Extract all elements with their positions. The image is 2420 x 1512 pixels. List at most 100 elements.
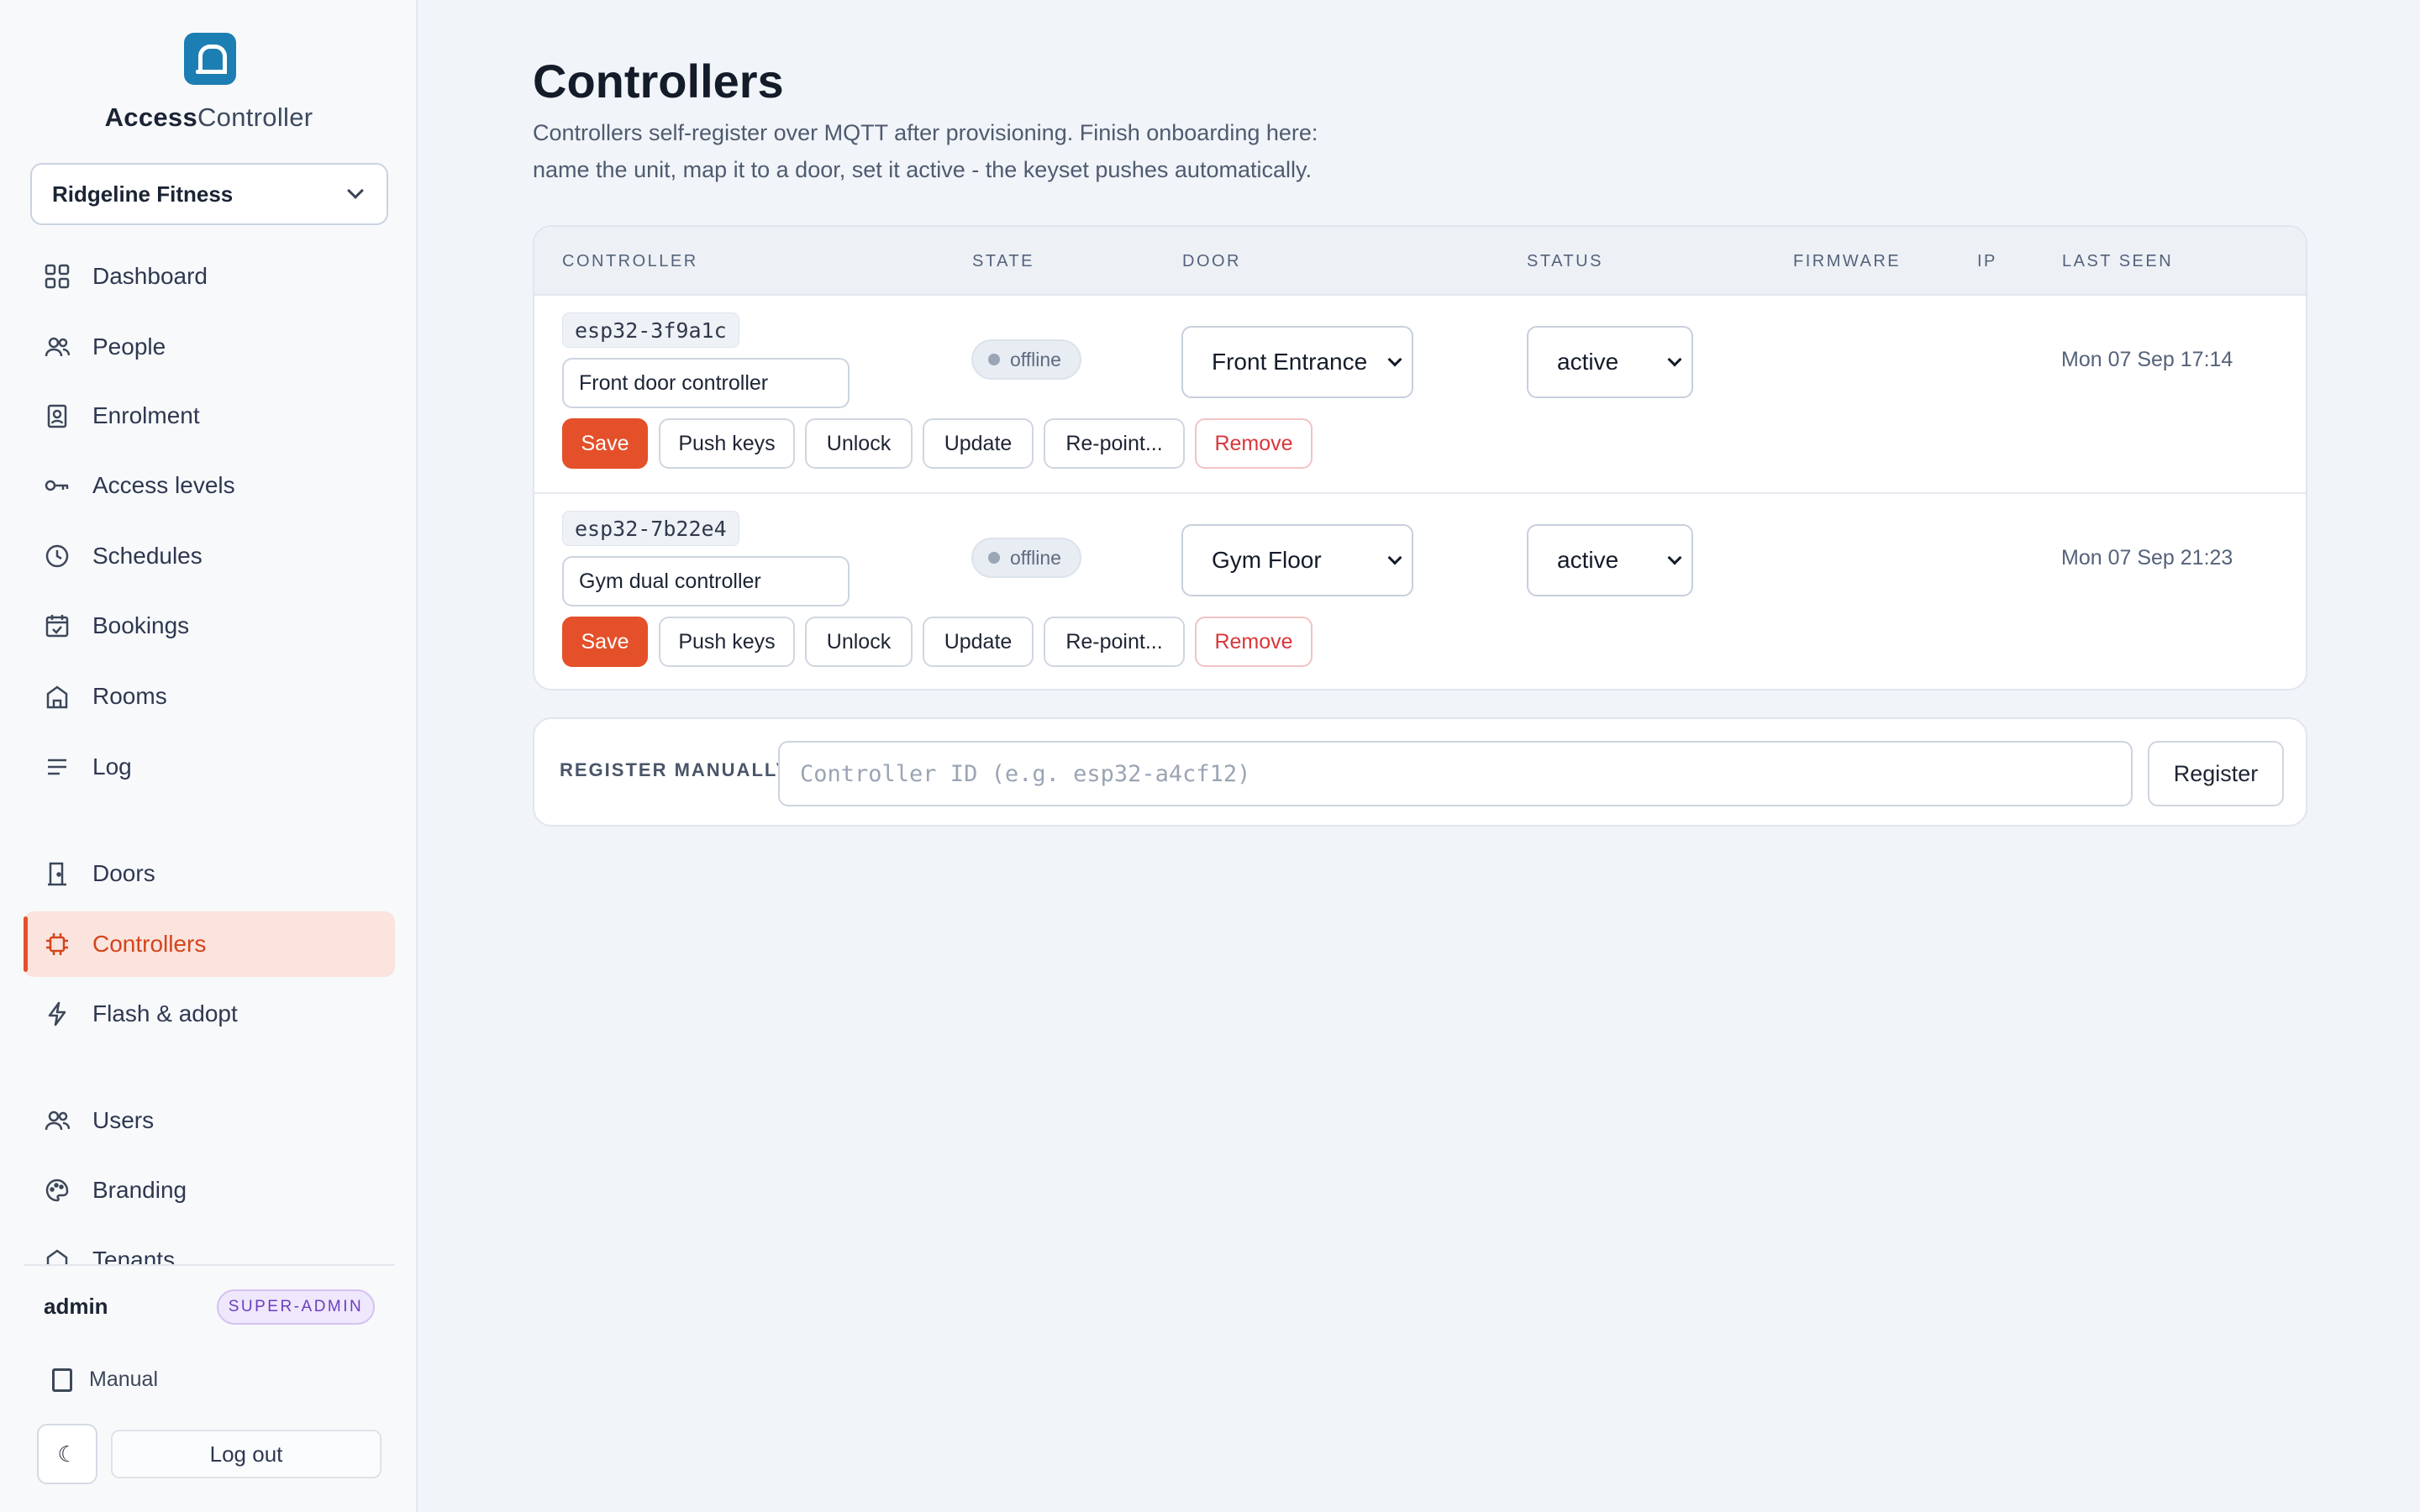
door-select[interactable]: Front Entrance: [1181, 326, 1413, 398]
table-row: esp32-3f9a1c Front door controller offli…: [534, 296, 2306, 494]
column-header-state: STATE: [972, 252, 1034, 270]
current-user-name: admin: [44, 1294, 108, 1319]
controller-id-input[interactable]: Controller ID (e.g. esp32-a4cf12): [778, 741, 2133, 806]
sidebar-item-label: Branding: [92, 1177, 187, 1203]
sidebar-item-flash-adopt[interactable]: Flash & adopt: [24, 981, 395, 1047]
sidebar-item-dashboard[interactable]: Dashboard: [24, 244, 395, 309]
controller-name-input[interactable]: Gym dual controller: [562, 556, 850, 606]
state-badge-label: offline: [1010, 546, 1061, 569]
palette-icon: [44, 1177, 71, 1204]
page-description-line: name the unit, map it to a door, set it …: [533, 157, 1312, 182]
status-dot-icon: [988, 354, 1000, 365]
state-badge: offline: [971, 339, 1081, 380]
manual-link[interactable]: Manual: [52, 1368, 158, 1392]
sidebar-item-label: Doors: [92, 860, 155, 886]
status-select-value: active: [1557, 547, 1619, 573]
door-icon: [44, 860, 71, 887]
sidebar-item-controllers[interactable]: Controllers: [24, 911, 395, 977]
controllers-table: CONTROLLER STATE DOOR STATUS FIRMWARE IP…: [533, 225, 2307, 690]
repoint-button[interactable]: Re-point...: [1044, 617, 1185, 667]
sidebar-item-label: Enrolment: [92, 402, 200, 428]
state-badge: offline: [971, 538, 1081, 578]
push-keys-button[interactable]: Push keys: [659, 418, 795, 469]
page-description-line: Controllers self-register over MQTT afte…: [533, 120, 1318, 145]
remove-button[interactable]: Remove: [1195, 617, 1313, 667]
state-badge-label: offline: [1010, 348, 1061, 370]
sidebar-item-label: People: [92, 333, 166, 360]
chevron-down-icon: [1667, 550, 1682, 565]
sidebar-item-doors[interactable]: Doors: [24, 841, 395, 906]
update-button[interactable]: Update: [923, 418, 1034, 469]
unlock-button[interactable]: Unlock: [805, 617, 913, 667]
role-badge: SUPER-ADMIN: [217, 1289, 375, 1325]
page-description: Controllers self-register over MQTT afte…: [533, 114, 1373, 188]
sidebar-item-schedules[interactable]: Schedules: [24, 523, 395, 589]
sidebar-item-label: Log: [92, 753, 132, 780]
column-header-controller: CONTROLLER: [562, 252, 698, 270]
column-header-status: STATUS: [1527, 252, 1603, 270]
sidebar-item-rooms[interactable]: Rooms: [24, 664, 395, 729]
controller-name-input[interactable]: Front door controller: [562, 358, 850, 408]
status-select[interactable]: active: [1527, 524, 1693, 596]
key-icon: [44, 472, 71, 499]
logout-button[interactable]: Log out: [111, 1430, 381, 1478]
tenant-select[interactable]: Ridgeline Fitness: [30, 163, 388, 225]
sidebar-item-bookings[interactable]: Bookings: [24, 593, 395, 659]
register-label: REGISTER MANUALLY: [560, 759, 790, 780]
brand-name-bold: Access: [104, 102, 197, 132]
door-select-value: Front Entrance: [1212, 349, 1368, 375]
unlock-button[interactable]: Unlock: [805, 418, 913, 469]
chevron-down-icon: [347, 182, 364, 199]
table-row: esp32-7b22e4 Gym dual controller offline…: [534, 494, 2306, 689]
clock-icon: [44, 543, 71, 570]
app-logo-icon: [184, 33, 236, 85]
calendar-check-icon: [44, 612, 71, 639]
sidebar-item-label: Controllers: [92, 931, 207, 957]
chevron-down-icon: [1387, 352, 1402, 367]
grid-icon: [44, 263, 71, 290]
register-button[interactable]: Register: [2148, 741, 2284, 806]
users-icon: [44, 1107, 71, 1134]
sidebar-item-label: Flash & adopt: [92, 1000, 238, 1026]
sidebar-item-users[interactable]: Users: [24, 1088, 395, 1153]
moon-icon: ☾: [57, 1441, 77, 1467]
sidebar-item-branding[interactable]: Branding: [24, 1158, 395, 1223]
list-icon: [44, 753, 71, 780]
save-button[interactable]: Save: [562, 418, 648, 469]
chip-icon: [44, 931, 71, 958]
status-dot-icon: [988, 552, 1000, 564]
tenant-select-value: Ridgeline Fitness: [52, 181, 234, 207]
sidebar-item-label: Dashboard: [92, 263, 208, 289]
update-button[interactable]: Update: [923, 617, 1034, 667]
sidebar-item-access-levels[interactable]: Access levels: [24, 453, 395, 518]
column-header-firmware: FIRMWARE: [1793, 252, 1902, 270]
column-header-door: DOOR: [1182, 252, 1241, 270]
sidebar-item-log[interactable]: Log: [24, 734, 395, 800]
column-header-last-seen: LAST SEEN: [2062, 252, 2174, 270]
save-button[interactable]: Save: [562, 617, 648, 667]
door-select-value: Gym Floor: [1212, 547, 1322, 573]
people-icon: [44, 333, 71, 360]
column-header-ip: IP: [1977, 252, 1997, 270]
theme-toggle-button[interactable]: ☾: [37, 1424, 97, 1484]
chevron-down-icon: [1387, 550, 1402, 565]
id-badge-icon: [44, 402, 71, 429]
sidebar-item-people[interactable]: People: [24, 314, 395, 380]
status-select-value: active: [1557, 349, 1619, 375]
book-icon: [52, 1368, 72, 1392]
sidebar-item-label: Users: [92, 1107, 155, 1133]
push-keys-button[interactable]: Push keys: [659, 617, 795, 667]
sidebar-divider: [24, 1264, 395, 1266]
status-select[interactable]: active: [1527, 326, 1693, 398]
table-header: CONTROLLER STATE DOOR STATUS FIRMWARE IP…: [534, 227, 2306, 296]
manual-link-label: Manual: [89, 1368, 158, 1391]
sidebar-item-enrolment[interactable]: Enrolment: [24, 383, 395, 449]
last-seen-value: Mon 07 Sep 21:23: [2061, 546, 2233, 570]
controller-id: esp32-7b22e4: [562, 511, 739, 546]
controller-id: esp32-3f9a1c: [562, 312, 739, 348]
repoint-button[interactable]: Re-point...: [1044, 418, 1185, 469]
remove-button[interactable]: Remove: [1195, 418, 1313, 469]
lightning-icon: [44, 1000, 71, 1027]
door-select[interactable]: Gym Floor: [1181, 524, 1413, 596]
register-manually-panel: REGISTER MANUALLY Controller ID (e.g. es…: [533, 717, 2307, 827]
